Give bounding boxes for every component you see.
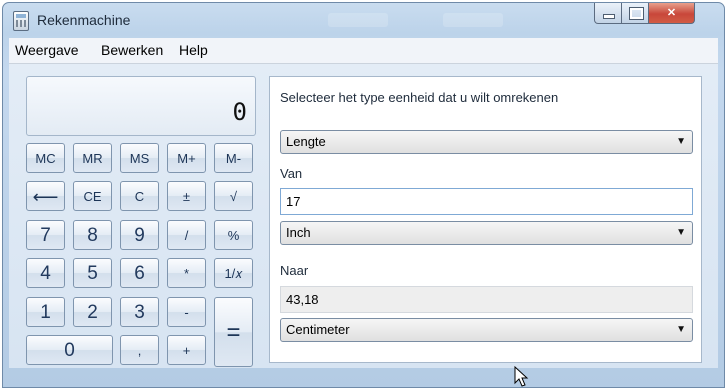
calculator-display: 0 — [26, 76, 256, 136]
mouse-pointer-icon — [514, 366, 529, 387]
unit-conversion-panel: Selecteer het type eenheid dat u wilt om… — [269, 76, 702, 363]
unit-type-select[interactable]: Lengte ▼ — [280, 130, 693, 154]
square-root-button[interactable]: √ — [214, 181, 253, 211]
digit-3-button[interactable]: 3 — [120, 297, 159, 327]
chevron-down-icon: ▼ — [676, 227, 686, 238]
to-unit-value: Centimeter — [286, 322, 350, 337]
close-button[interactable]: ✕ — [648, 3, 695, 24]
menu-help[interactable]: Help — [179, 42, 208, 58]
calculator-body: 0 MC MR MS M+ M- ⟵ CE C ± √ 7 8 9 / % 4 … — [9, 64, 718, 368]
minimize-button[interactable] — [594, 3, 622, 24]
digit-1-button[interactable]: 1 — [26, 297, 65, 327]
maximize-button[interactable] — [621, 3, 649, 24]
reciprocal-button[interactable]: 1/𝑥 — [214, 258, 253, 288]
menu-weergave[interactable]: Weergave — [15, 42, 79, 58]
clear-entry-button[interactable]: CE — [73, 181, 112, 211]
digit-2-button[interactable]: 2 — [73, 297, 112, 327]
chevron-down-icon: ▼ — [676, 136, 686, 147]
memory-clear-button[interactable]: MC — [26, 143, 65, 173]
digit-6-button[interactable]: 6 — [120, 258, 159, 288]
chevron-down-icon: ▼ — [676, 324, 686, 335]
menu-bar: Weergave Bewerken Help — [9, 38, 718, 64]
backspace-button[interactable]: ⟵ — [26, 181, 65, 211]
from-unit-value: Inch — [286, 225, 311, 240]
divide-button[interactable]: / — [167, 220, 206, 250]
digit-0-button[interactable]: 0 — [26, 335, 113, 365]
multiply-button[interactable]: * — [167, 258, 206, 288]
plus-minus-button[interactable]: ± — [167, 181, 206, 211]
memory-subtract-button[interactable]: M- — [214, 143, 253, 173]
clear-button[interactable]: C — [120, 181, 159, 211]
close-icon: ✕ — [666, 7, 677, 19]
calculator-window: Rekenmachine ✕ Weergave Bewerken Help 0 … — [2, 2, 725, 388]
window-title: Rekenmachine — [37, 12, 131, 28]
background-blur — [443, 13, 503, 27]
from-label: Van — [280, 166, 303, 181]
memory-add-button[interactable]: M+ — [167, 143, 206, 173]
digit-8-button[interactable]: 8 — [73, 220, 112, 250]
to-label: Naar — [280, 263, 309, 278]
background-blur — [328, 13, 388, 27]
digit-5-button[interactable]: 5 — [73, 258, 112, 288]
minimize-icon — [603, 14, 615, 19]
menu-bewerken[interactable]: Bewerken — [101, 42, 163, 58]
to-unit-select[interactable]: Centimeter ▼ — [280, 318, 693, 342]
unit-type-value: Lengte — [286, 134, 326, 149]
title-bar[interactable]: Rekenmachine ✕ — [3, 3, 724, 37]
digit-9-button[interactable]: 9 — [120, 220, 159, 250]
equals-button[interactable]: = — [214, 297, 253, 367]
digit-4-button[interactable]: 4 — [26, 258, 65, 288]
calculator-icon — [13, 11, 29, 31]
memory-store-button[interactable]: MS — [120, 143, 159, 173]
subtract-button[interactable]: - — [167, 297, 206, 327]
conversion-instruction: Selecteer het type eenheid dat u wilt om… — [280, 90, 559, 105]
to-value-field: 43,18 — [280, 286, 693, 313]
maximize-icon — [629, 7, 644, 20]
from-value-input[interactable]: 17 — [280, 188, 693, 215]
decimal-button[interactable]: , — [120, 335, 159, 365]
percent-button[interactable]: % — [214, 220, 253, 250]
memory-recall-button[interactable]: MR — [73, 143, 112, 173]
display-value: 0 — [232, 98, 247, 126]
from-unit-select[interactable]: Inch ▼ — [280, 221, 693, 245]
digit-7-button[interactable]: 7 — [26, 220, 65, 250]
add-button[interactable]: + — [167, 335, 206, 365]
